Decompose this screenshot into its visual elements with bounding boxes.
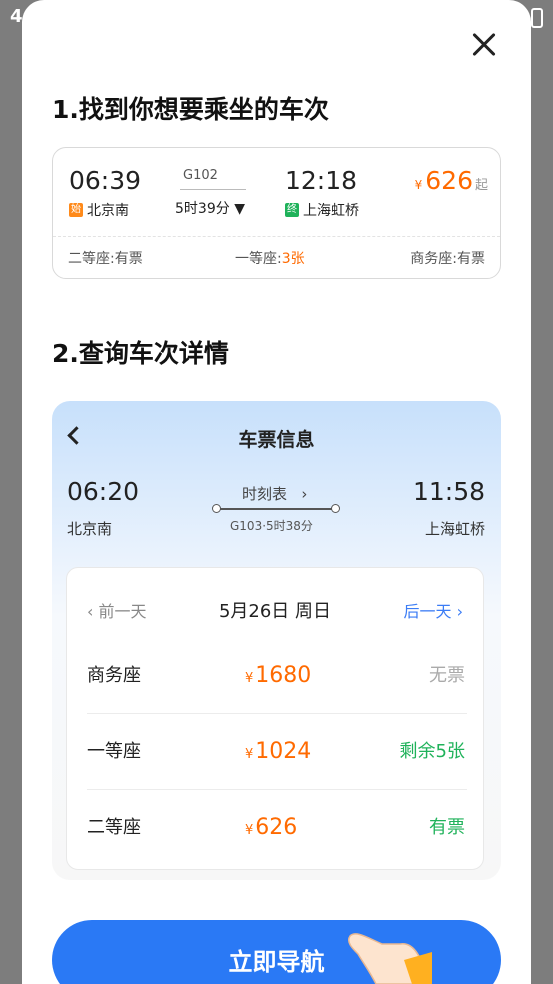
seat-status: 有票	[429, 817, 465, 838]
detail-title: 车票信息	[238, 429, 315, 451]
depart-station: 始 北京南	[69, 200, 129, 220]
duration-label: 5时39分	[175, 201, 230, 217]
divider	[53, 236, 500, 237]
seat-price-value: 626	[255, 815, 298, 840]
navigate-button-label: 立即导航	[228, 948, 325, 976]
next-day-button[interactable]: 后一天 ›	[404, 598, 464, 622]
detail-depart-station: 北京南	[67, 520, 113, 538]
start-badge: 始	[69, 203, 83, 217]
train-card[interactable]: 06:39 始 北京南 G102 5时39分 ▼ 12:18 终 上海虹桥 ¥6…	[52, 147, 501, 279]
seat-name: 商务座	[87, 665, 141, 686]
seat-status: 无票	[429, 665, 465, 686]
arrive-station: 终 上海虹桥	[285, 200, 359, 220]
seat-price: ¥1024	[245, 714, 311, 793]
schedule-link-label: 时刻表	[242, 485, 288, 503]
seat-status: 剩余5张	[399, 741, 465, 762]
step1-title: 1.找到你想要乘坐的车次	[52, 95, 329, 124]
seat-row-first[interactable]: 一等座 ¥1024 剩余5张	[87, 714, 467, 790]
ticket-detail-card: 车票信息 06:20 北京南 时刻表 › G103·5时38分 11:58 上海…	[52, 401, 501, 880]
seat-second-class: 二等座:有票	[68, 248, 143, 268]
seat-row-second[interactable]: 二等座 ¥626 有票	[87, 790, 467, 866]
price-value: 626	[425, 166, 473, 195]
battery-icon	[531, 8, 543, 28]
depart-time: 06:39	[69, 166, 142, 195]
seat-first-class: 一等座:3张	[235, 248, 305, 268]
yen-symbol: ¥	[245, 747, 254, 762]
depart-station-label: 北京南	[87, 203, 129, 219]
route-arrow	[180, 189, 246, 190]
seat-label: 一等座:	[235, 251, 282, 267]
seat-name: 二等座	[87, 817, 141, 838]
seat-status: 有票	[114, 251, 143, 267]
seat-business-class: 商务座:有票	[410, 248, 485, 268]
close-icon[interactable]	[469, 30, 499, 60]
step2-title: 2.查询车次详情	[52, 339, 229, 368]
seat-price: ¥626	[245, 790, 297, 869]
chevron-right-icon: ›	[291, 485, 308, 503]
train-number: G102	[183, 168, 218, 183]
pointing-hand-icon	[347, 933, 432, 984]
seat-price-card: ‹ 前一天 5月26日 周日 后一天 › 商务座 ¥1680 无票 一等座 ¥1…	[66, 567, 484, 870]
next-day-label: 后一天	[403, 602, 452, 621]
end-badge: 终	[285, 203, 299, 217]
seat-label: 商务座:	[410, 251, 457, 267]
seat-status: 3张	[281, 251, 305, 267]
price: ¥626 起	[415, 166, 488, 195]
schedule-link[interactable]: 时刻表 ›	[242, 483, 307, 504]
duration: 5时39分 ▼	[175, 198, 245, 218]
seat-name: 一等座	[87, 741, 141, 762]
yen-symbol: ¥	[245, 823, 254, 838]
price-suffix: 起	[474, 178, 488, 193]
navigate-button[interactable]: 立即导航	[52, 920, 501, 984]
train-info: G103·5时38分	[230, 519, 313, 533]
caret-down-icon: ▼	[234, 201, 245, 217]
yen-symbol: ¥	[414, 178, 423, 192]
seat-price: ¥1680	[245, 638, 311, 717]
seat-status: 有票	[457, 251, 485, 267]
detail-depart-time: 06:20	[67, 477, 140, 506]
detail-arrive-time: 11:58	[412, 477, 485, 506]
chevron-right-icon: ›	[451, 602, 463, 621]
bottom-sheet: 1.找到你想要乘坐的车次 06:39 始 北京南 G102 5时39分 ▼ 12…	[22, 0, 531, 984]
seat-label: 二等座:	[68, 251, 115, 267]
seat-row-business[interactable]: 商务座 ¥1680 无票	[87, 638, 467, 714]
arrive-station-label: 上海虹桥	[303, 203, 359, 219]
yen-symbol: ¥	[245, 671, 254, 686]
seat-price-value: 1680	[255, 663, 312, 688]
seat-price-value: 1024	[255, 739, 312, 764]
route-line	[212, 505, 340, 512]
detail-arrive-station: 上海虹桥	[424, 520, 485, 538]
arrive-time: 12:18	[285, 166, 358, 195]
status-bar-text: 4	[10, 6, 23, 27]
